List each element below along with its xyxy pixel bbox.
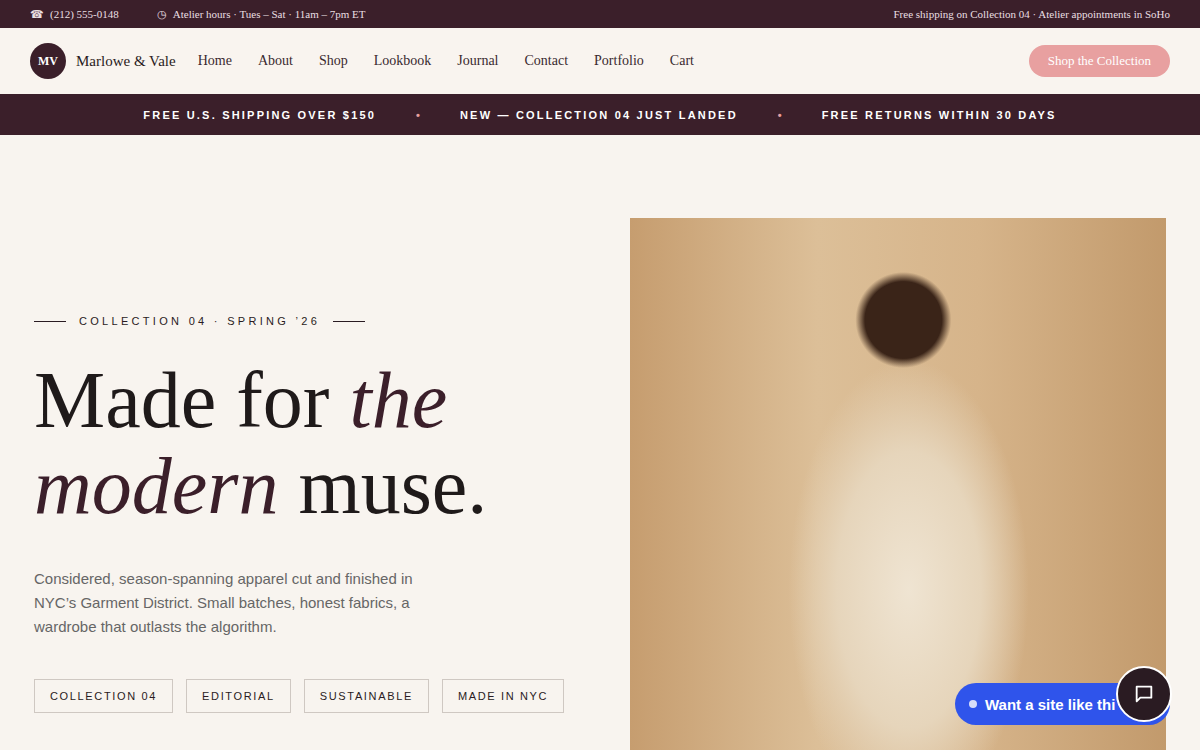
announcement-bar: FREE U.S. SHIPPING OVER $150 • NEW — COLLE… [0,94,1200,135]
clock-icon: ◷ [157,8,167,21]
headline-line: modern muse. [34,443,590,529]
hero-tag: MADE IN NYC [442,679,564,713]
nav-link[interactable]: Journal [457,53,498,69]
headline-part: Made for [34,356,349,444]
hero-photo [630,218,1166,750]
nav-link[interactable]: Cart [670,53,694,69]
hero-tag: COLLECTION 04 [34,679,173,713]
announcement-item: NEW — COLLECTION 04 JUST LANDED [460,109,738,121]
phone-icon: ☎ [30,8,44,21]
hours-text: Atelier hours · Tues – Sat · 11am – 7pm … [173,8,366,20]
status-dot [969,700,977,708]
brand-name[interactable]: Marlowe & Vale [76,53,176,70]
hero-tag: SUSTAINABLE [304,679,429,713]
utility-notice: Free shipping on Collection 04 · Atelier… [894,8,1171,20]
brand[interactable]: MV Marlowe & Vale [30,43,176,79]
hero: COLLECTION 04 · SPRING ’26 Made for themo… [0,135,1200,750]
brand-monogram[interactable]: MV [30,43,66,79]
headline-part: modern [34,442,278,530]
announcement-separator: • [778,109,782,121]
nav-link[interactable]: Lookbook [374,53,432,69]
nav-links: Home About Shop Lookbook Journal Contact Portf… [198,53,1029,69]
main-nav: MV Marlowe & Vale Home About Shop Lookbook Jou… [0,28,1200,94]
phone-number[interactable]: (212) 555-0148 [50,8,119,20]
nav-link[interactable]: About [258,53,293,69]
headline-line: Made for the [34,357,590,443]
utility-bar: ☎ (212) 555-0148 ◷ Atelier hours · Tues – S… [0,0,1200,28]
announcement-item: FREE RETURNS WITHIN 30 DAYS [822,109,1057,121]
hero-text: COLLECTION 04 · SPRING ’26 Made for themo… [34,218,590,750]
phone-item[interactable]: ☎ (212) 555-0148 [30,8,119,21]
headline-part: muse. [278,442,487,530]
utility-left: ☎ (212) 555-0148 ◷ Atelier hours · Tues – S… [30,8,365,21]
chat-prompt-label[interactable]: Want a site like thi [985,696,1115,713]
eyebrow-text: COLLECTION 04 · SPRING ’26 [79,315,320,327]
hero-headline: Made for themodern muse. [34,357,590,529]
chat-bubble-icon[interactable] [1133,683,1155,705]
announcement-item: FREE U.S. SHIPPING OVER $150 [143,109,376,121]
chat-button[interactable] [1116,666,1172,722]
hero-eyebrow: COLLECTION 04 · SPRING ’26 [34,315,590,327]
headline-part: the [349,356,447,444]
eyebrow-line [333,321,365,322]
nav-link[interactable]: Portfolio [594,53,644,69]
nav-link[interactable]: Contact [525,53,569,69]
hero-tag: EDITORIAL [186,679,291,713]
hero-tags: COLLECTION 04 EDITORIAL SUSTAINABLE MADE IN… [34,679,590,713]
hours-item: ◷ Atelier hours · Tues – Sat · 11am – 7pm… [157,8,366,21]
announcement-separator: • [416,109,420,121]
nav-link[interactable]: Shop [319,53,348,69]
nav-link[interactable]: Home [198,53,232,69]
eyebrow-line [34,321,66,322]
shop-collection-button[interactable]: Shop the Collection [1029,45,1170,77]
hero-description: Considered, season-spanning apparel cut … [34,567,434,639]
